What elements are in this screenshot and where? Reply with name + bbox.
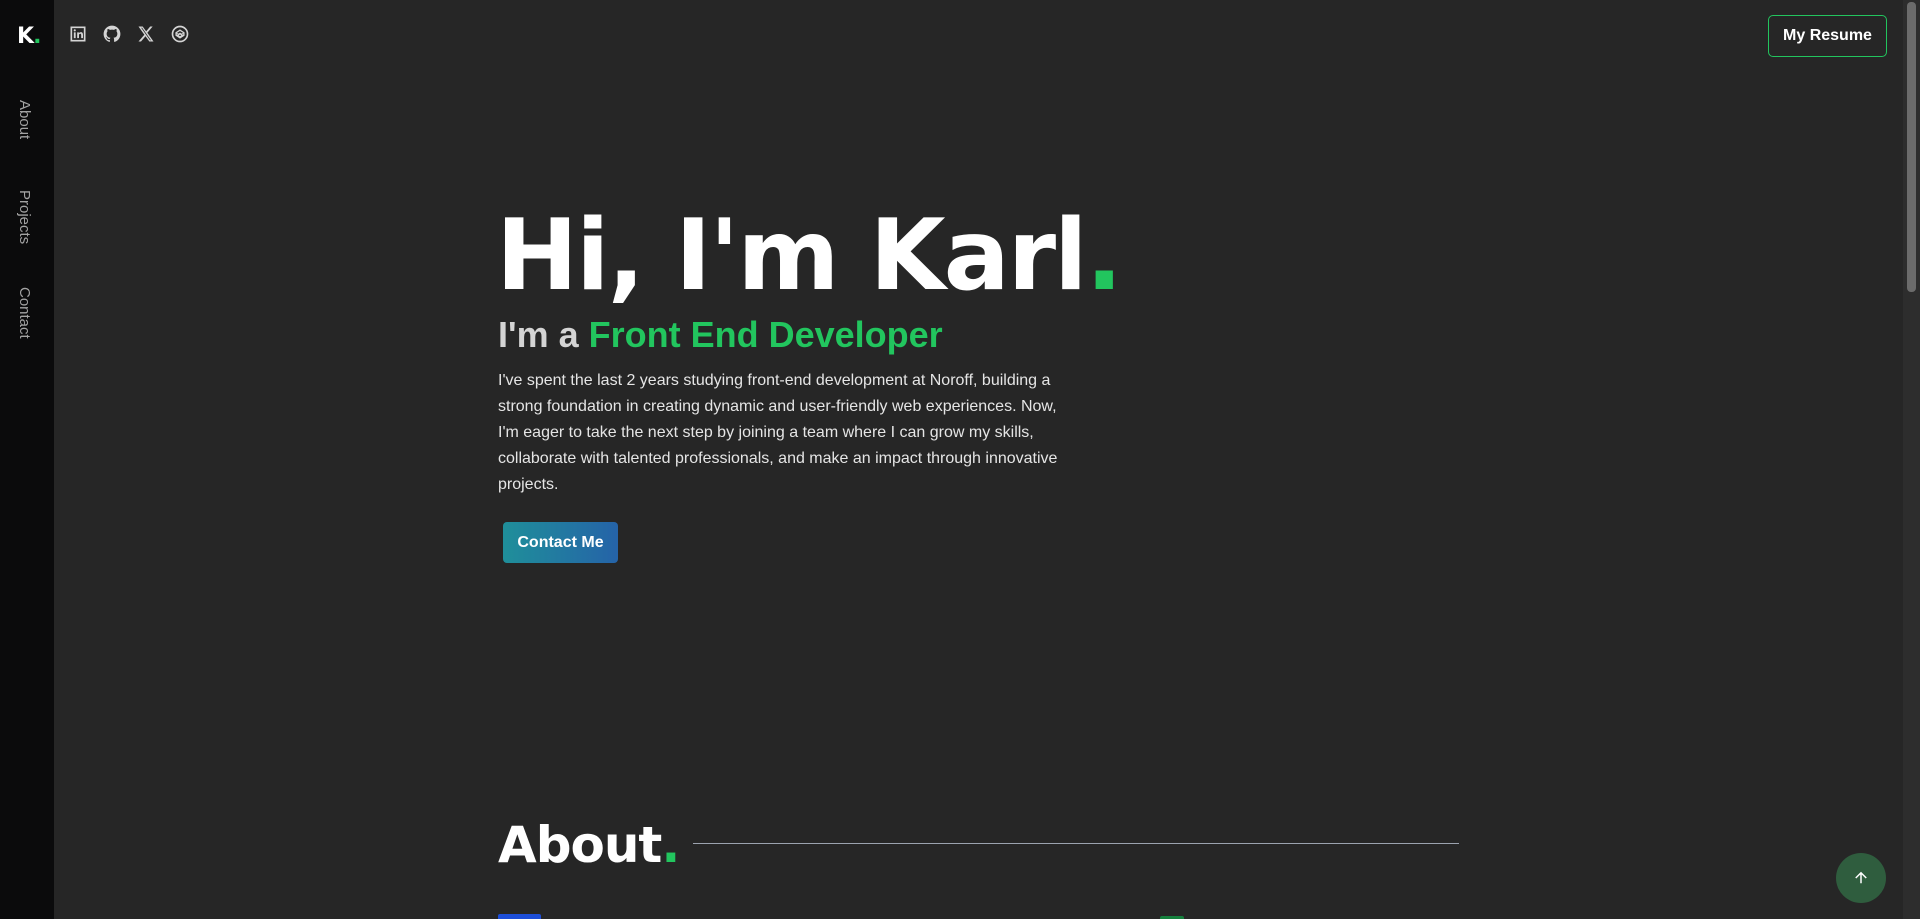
sidebar-item-contact[interactable]: Contact [16, 287, 33, 339]
hero-title: Hi, I'm Karl. [496, 196, 1123, 316]
about-heading-text: About [498, 816, 662, 874]
arrow-up-icon [1855, 871, 1867, 884]
back-to-top-button[interactable] [1836, 853, 1886, 903]
hero-title-text: Hi, I'm Karl [496, 199, 1088, 313]
logo[interactable]: K. [17, 24, 41, 49]
resume-button[interactable]: My Resume [1768, 15, 1887, 57]
logo-letter: K [17, 24, 34, 49]
sidebar: K. About Projects Contact [0, 0, 54, 919]
scrollbar-thumb[interactable] [1907, 2, 1916, 292]
github-icon[interactable] [102, 24, 122, 44]
sidebar-item-projects[interactable]: Projects [16, 190, 33, 244]
hero-description: I've spent the last 2 years studying fro… [498, 372, 1058, 493]
about-heading: About. [498, 815, 680, 875]
contact-button[interactable]: Contact Me [503, 522, 618, 563]
logo-dot: . [33, 24, 41, 49]
linkedin-icon[interactable] [68, 24, 88, 44]
social-links [68, 24, 190, 44]
about-card-edge [498, 914, 541, 919]
hero-subtitle-prefix: I'm a [498, 314, 589, 355]
sidebar-item-about[interactable]: About [16, 100, 33, 139]
x-icon[interactable] [136, 24, 156, 44]
about-divider [693, 843, 1459, 844]
scrollbar[interactable] [1903, 0, 1920, 919]
hero-subtitle: I'm a Front End Developer [498, 310, 943, 360]
about-heading-dot: . [661, 816, 680, 874]
hero-subtitle-role: Front End Developer [588, 314, 943, 355]
codepen-icon[interactable] [170, 24, 190, 44]
hero-title-dot: . [1085, 199, 1123, 313]
